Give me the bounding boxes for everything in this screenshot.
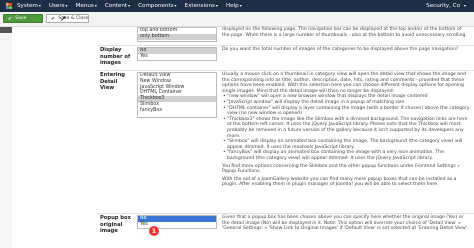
menu-system[interactable]: System▾ [17, 3, 41, 9]
select-option[interactable]: only bottom [138, 33, 216, 40]
entering-detail-description: Usually a mouse click on a thumbnail in … [222, 72, 470, 188]
admin-menu-bar: System▾ Users▾ Menus▾ Content▾ Component… [0, 0, 474, 12]
divider [97, 70, 474, 71]
display-number-description: Do you want the total number of images o… [222, 47, 459, 52]
navigation-position-description: displayed on the following page. The nav… [222, 27, 467, 38]
entering-detail-label: Entering Detail View [100, 72, 125, 91]
entering-detail-select[interactable]: Default View New Window JavaScript Windo… [137, 72, 217, 118]
joomla-logo-icon[interactable] [4, 2, 13, 11]
save-close-button[interactable]: ✔ Save & Close [46, 14, 89, 23]
list-item: "Slimbox" will display an animated box c… [223, 139, 470, 150]
display-number-select[interactable]: No Yes [137, 47, 217, 61]
display-number-label: Display number of images [100, 47, 131, 66]
sidebar [0, 27, 12, 248]
check-icon: ✔ [51, 15, 56, 22]
mouse-pointer-icon: ➚ [60, 14, 67, 23]
navigation-position-select[interactable]: top and bottom only bottom [137, 27, 217, 42]
menu-content[interactable]: Content▾ [105, 3, 130, 9]
save-label: Save [15, 16, 27, 21]
select-option[interactable]: fancyBox [138, 108, 216, 114]
toolbar: ✔ Save ✔ Save & Close [0, 12, 474, 27]
divider [97, 213, 474, 214]
sidebar-toggle[interactable] [0, 27, 12, 33]
menu-menus[interactable]: Menus▾ [76, 3, 97, 9]
list-item: "DHTML container" will display a layer c… [223, 106, 470, 117]
menu-extensions[interactable]: Extensions▾ [185, 3, 218, 9]
site-name-menu[interactable]: Security, Co [426, 3, 460, 9]
menu-components[interactable]: Components▾ [138, 3, 176, 9]
list-item: "fancyBox" will display an animated box … [223, 150, 470, 161]
popup-original-select[interactable]: No Yes [137, 215, 217, 229]
list-item: "Thickbox3" shows the image like the Sli… [223, 117, 470, 139]
menu-help[interactable]: Help▾ [226, 3, 242, 9]
popup-original-label: Popup box original image [100, 215, 131, 234]
menu-users[interactable]: Users▾ [49, 3, 68, 9]
select-option[interactable]: Yes [138, 54, 216, 60]
popup-original-description: Given that a popup box has been chosen a… [222, 215, 469, 232]
save-button[interactable]: ✔ Save [3, 14, 43, 23]
step-marker-badge: 1 [149, 226, 159, 236]
check-icon: ✔ [8, 15, 13, 22]
divider [97, 45, 474, 46]
chevron-down-icon[interactable]: ▾ [464, 3, 466, 8]
